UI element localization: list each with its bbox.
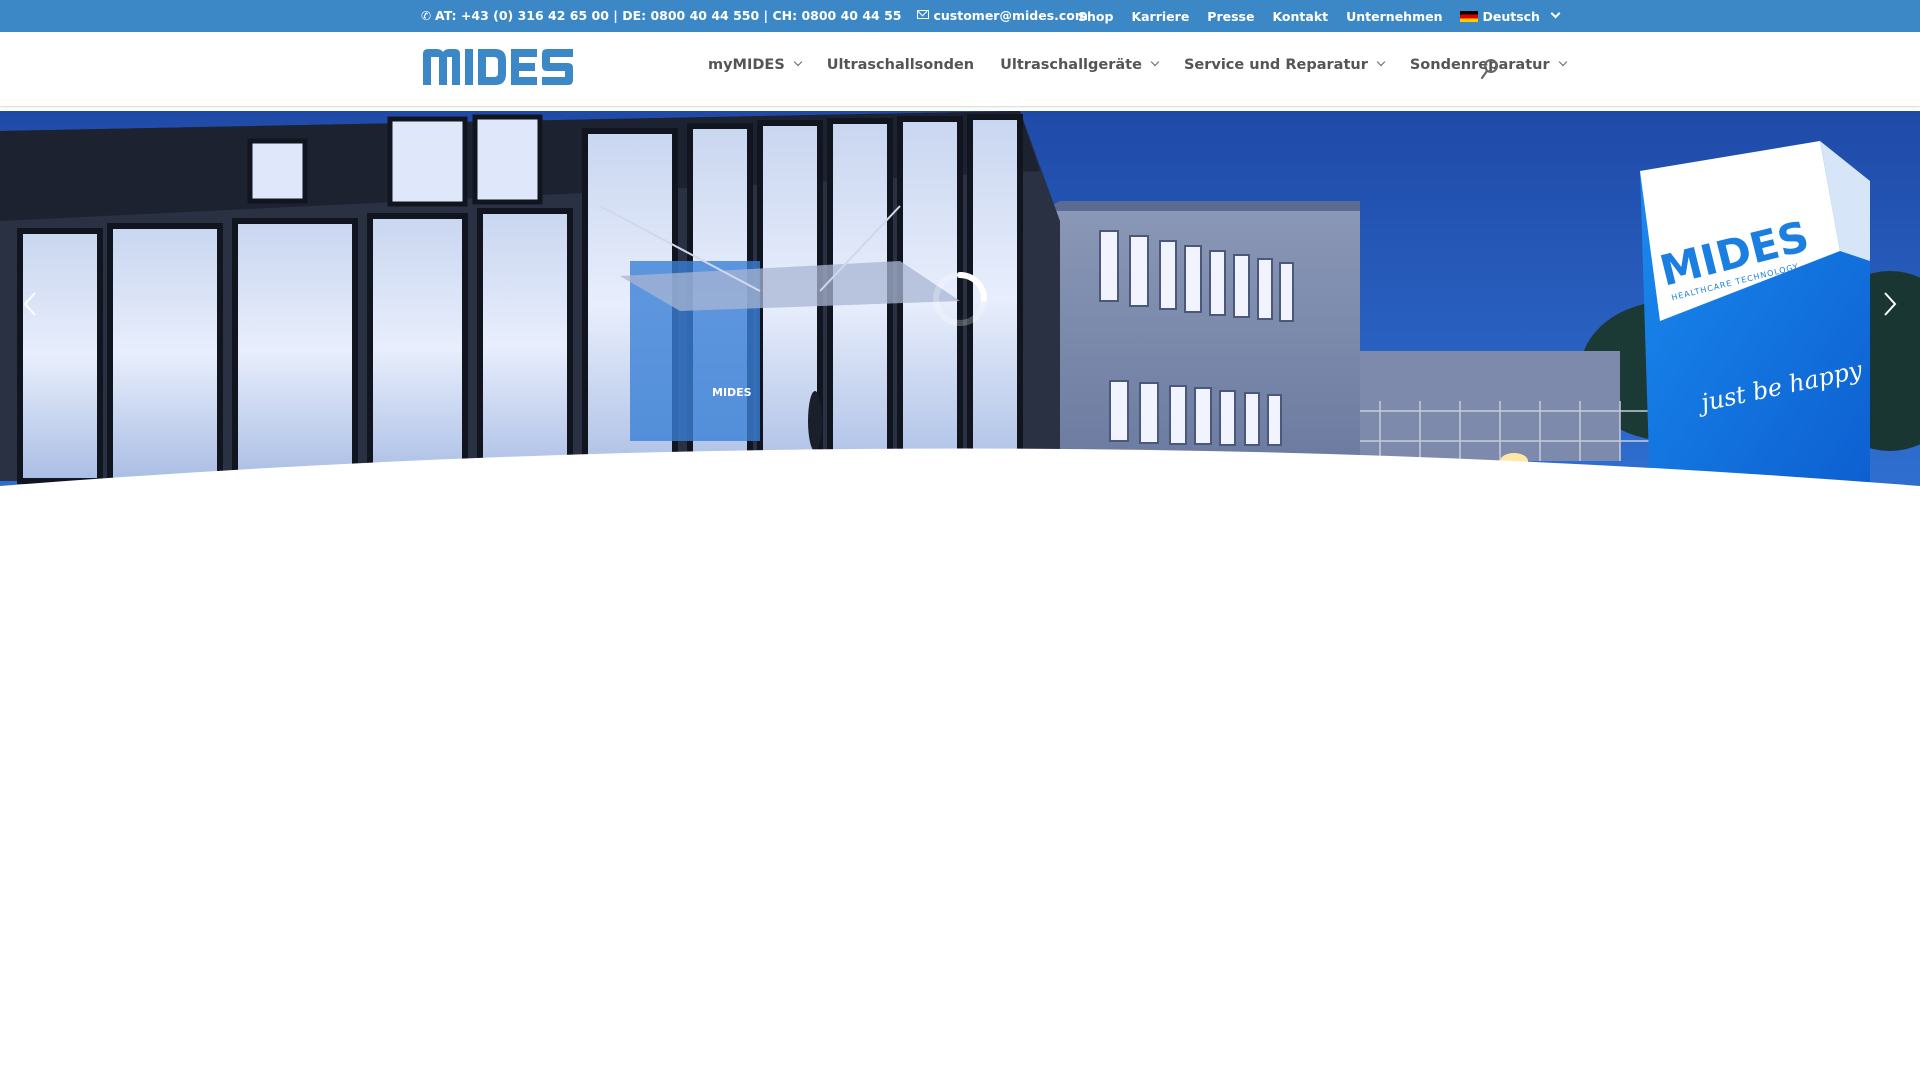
language-label: Deutsch xyxy=(1482,9,1540,24)
email-link[interactable]: customer@mides.com xyxy=(933,8,1087,23)
window-brand-text: MIDES xyxy=(712,386,752,399)
nav-label-ultraschallsonden: Ultraschallsonden xyxy=(826,57,975,73)
hero-slider: MIDES MIDES HEALTHCARE TECHNOLOGY just b… xyxy=(0,111,1920,491)
secondary-nav: Shop Karriere Presse Kontakt Unternehmen… xyxy=(1078,8,1561,24)
german-flag-icon xyxy=(1460,11,1479,22)
chevron-down-icon xyxy=(1150,57,1160,67)
nav-item-mymides[interactable]: myMIDES xyxy=(708,57,803,73)
mides-logo[interactable] xyxy=(423,46,588,88)
loading-spinner-icon xyxy=(933,272,987,326)
top-info-bar: ✆ AT: +43 (0) 316 42 65 00 | DE: 0800 40… xyxy=(0,0,1920,32)
nav-link-shop[interactable]: Shop xyxy=(1078,9,1113,24)
nav-link-kontakt[interactable]: Kontakt xyxy=(1272,9,1328,24)
primary-navigation: myMIDES Ultraschallsonden Ultraschallger… xyxy=(708,57,1592,73)
chevron-left-icon[interactable] xyxy=(20,289,42,319)
page-content xyxy=(0,491,1920,1080)
phone-numbers: AT: +43 (0) 316 42 65 00 | DE: 0800 40 4… xyxy=(435,8,902,23)
search-icon[interactable] xyxy=(1480,58,1500,80)
nav-link-unternehmen[interactable]: Unternehmen xyxy=(1346,9,1442,24)
nav-label-service-und-reparatur: Service und Reparatur xyxy=(1183,57,1368,73)
nav-item-ultraschallsonden[interactable]: Ultraschallsonden xyxy=(827,57,974,73)
chevron-down-icon xyxy=(1558,57,1567,67)
chevron-down-icon xyxy=(793,57,803,67)
nav-link-karriere[interactable]: Karriere xyxy=(1131,9,1189,24)
phone-icon: ✆ xyxy=(421,8,432,23)
language-switcher[interactable]: Deutsch xyxy=(1460,8,1561,24)
main-header: myMIDES Ultraschallsonden Ultraschallger… xyxy=(0,32,1920,106)
chevron-down-icon xyxy=(1376,57,1386,67)
chevron-right-icon[interactable] xyxy=(1878,289,1900,319)
nav-link-presse[interactable]: Presse xyxy=(1207,9,1254,24)
nav-item-ultraschallgeraete[interactable]: Ultraschallgeräte xyxy=(1000,57,1160,73)
mail-icon xyxy=(917,10,930,19)
nav-item-service-und-reparatur[interactable]: Service und Reparatur xyxy=(1183,57,1386,73)
chevron-down-icon xyxy=(1550,8,1561,19)
nav-label-mymides: myMIDES xyxy=(708,57,785,73)
nav-label-ultraschallgeraete: Ultraschallgeräte xyxy=(1000,57,1142,73)
contact-info: ✆ AT: +43 (0) 316 42 65 00 | DE: 0800 40… xyxy=(421,8,1088,23)
